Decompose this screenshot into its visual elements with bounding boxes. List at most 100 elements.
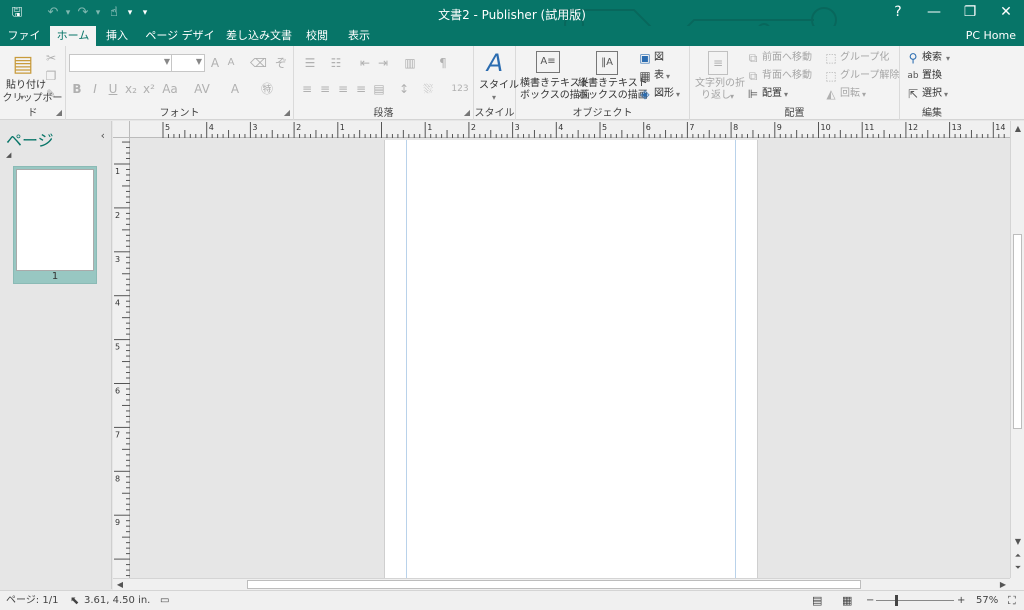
scroll-down-icon[interactable]: ▼ — [1012, 536, 1024, 548]
tab-mailings[interactable]: 差し込み文書 — [226, 26, 292, 46]
bring-forward-icon[interactable]: ⧉ — [746, 51, 760, 65]
shapes-dropdown-icon[interactable]: ▾ — [676, 89, 680, 101]
vertical-ruler[interactable]: 1 2 3 4 5 6 7 8 9 — [113, 138, 130, 578]
align-left-icon[interactable]: ≡ — [300, 82, 314, 96]
fit-page-icon[interactable]: ⛶ — [1008, 594, 1016, 608]
ruler-corner[interactable] — [113, 121, 130, 138]
paste-icon[interactable]: ▤ — [10, 52, 36, 78]
ungroup-icon[interactable]: ⬚ — [824, 69, 838, 83]
find-button[interactable]: 検索 — [922, 52, 942, 64]
horizontal-scrollbar[interactable]: ◀ ▶ — [113, 578, 1010, 590]
show-formatting-icon[interactable]: ¶ — [436, 56, 450, 70]
bold-icon[interactable]: B — [70, 82, 84, 96]
ungroup-button[interactable]: グループ解除 — [840, 70, 899, 82]
italic-icon[interactable]: I — [88, 82, 102, 96]
picture-icon[interactable]: ▣ — [638, 51, 652, 65]
increase-indent-icon[interactable]: ⇥ — [376, 56, 390, 70]
replace-button[interactable]: 置換 — [922, 70, 942, 82]
superscript-icon[interactable]: x² — [142, 82, 156, 96]
tab-review[interactable]: 校閲 — [302, 26, 332, 46]
vertical-textbox-icon[interactable]: ‖A — [596, 51, 618, 75]
page-indicator[interactable]: ページ: 1/1 — [6, 594, 58, 608]
shapes-button[interactable]: 図形 — [654, 88, 674, 100]
group-icon[interactable]: ⬚ — [824, 51, 838, 65]
vertical-scroll-thumb[interactable] — [1013, 234, 1022, 429]
styles-icon[interactable]: A — [482, 50, 508, 76]
shrink-font-icon[interactable]: A — [224, 56, 238, 70]
replace-icon[interactable]: ab — [906, 69, 920, 83]
copy-icon[interactable]: ❐ — [44, 69, 58, 83]
zoom-out-button[interactable]: − — [866, 594, 874, 608]
send-backward-icon[interactable]: ⧉ — [746, 69, 760, 83]
group-button[interactable]: グループ化 — [840, 52, 889, 64]
styles-dropdown-icon[interactable]: ▾ — [492, 92, 496, 104]
restore-button[interactable]: ❐ — [952, 0, 988, 26]
font-launcher-icon[interactable]: ◢ — [284, 108, 290, 117]
tab-page-design[interactable]: ページ デザイン — [142, 26, 218, 62]
zoom-slider-knob[interactable] — [895, 595, 898, 606]
help-button[interactable]: ? — [880, 0, 916, 26]
vertical-scrollbar[interactable]: ▲ ▼ ⏶ ⏷ — [1010, 121, 1024, 578]
bullets-icon[interactable]: ☰ — [300, 56, 320, 70]
collapse-pane-icon[interactable]: ‹ — [101, 129, 105, 142]
horizontal-textbox-icon[interactable]: A≡ — [536, 51, 560, 73]
underline-icon[interactable]: U — [106, 82, 120, 96]
select-cursor-icon[interactable]: ⇱ — [906, 87, 920, 101]
subscript-icon[interactable]: x₂ — [124, 82, 138, 96]
rotate-dropdown-icon[interactable]: ▾ — [862, 89, 866, 101]
tab-home[interactable]: ホーム — [50, 26, 96, 46]
previous-page-icon[interactable]: ⏶ — [1012, 550, 1024, 562]
section-expand-icon[interactable]: ◢ — [6, 151, 11, 159]
decrease-indent-icon[interactable]: ⇤ — [358, 56, 372, 70]
clipboard-launcher-icon[interactable]: ◢ — [56, 108, 62, 117]
next-page-icon[interactable]: ⏷ — [1012, 562, 1024, 574]
single-page-view-icon[interactable]: ▤ — [812, 594, 822, 608]
bring-forward-button[interactable]: 前面へ移動 — [762, 52, 812, 64]
change-case-icon[interactable]: Aa — [160, 82, 180, 96]
numeral-style-icon[interactable]: 123 — [450, 82, 470, 96]
select-button[interactable]: 選択 — [922, 88, 942, 100]
close-button[interactable]: ✕ — [988, 0, 1024, 26]
shading-icon[interactable]: ⛆ — [418, 82, 438, 96]
grow-font-icon[interactable]: A — [208, 56, 222, 70]
horizontal-scroll-thumb[interactable] — [247, 580, 861, 589]
tab-view[interactable]: 表示 — [344, 26, 374, 46]
select-dropdown-icon[interactable]: ▾ — [944, 89, 948, 101]
table-button[interactable]: 表 — [654, 70, 664, 82]
columns-icon[interactable]: ▥ — [400, 56, 420, 70]
document-canvas[interactable] — [130, 138, 1010, 578]
phonetic-guide-icon[interactable]: ぞ — [274, 56, 288, 70]
zoom-level[interactable]: 57% — [976, 594, 998, 608]
wrap-text-icon[interactable]: ≡ — [708, 51, 728, 75]
find-dropdown-icon[interactable]: ▾ — [946, 53, 950, 65]
account-name[interactable]: PC Home — [966, 26, 1016, 46]
picture-button[interactable]: 図 — [654, 52, 664, 64]
enclose-character-icon[interactable]: ㊕ — [260, 82, 274, 96]
table-icon[interactable]: ▦ — [638, 69, 652, 83]
document-page[interactable] — [384, 140, 758, 578]
align-center-icon[interactable]: ≡ — [318, 82, 332, 96]
page-thumbnail[interactable]: 1 — [13, 166, 97, 284]
align-objects-dropdown-icon[interactable]: ▾ — [784, 89, 788, 101]
two-page-view-icon[interactable]: ▦ — [842, 594, 852, 608]
justify-icon[interactable]: ≡ — [354, 82, 368, 96]
wrap-text-line1[interactable]: 文字列の折 — [695, 78, 745, 90]
character-spacing-icon[interactable]: AV — [192, 82, 212, 96]
paragraph-launcher-icon[interactable]: ◢ — [464, 108, 470, 117]
font-size-combo[interactable]: ▼ — [171, 54, 205, 72]
wrap-text-dropdown-icon[interactable]: ▾ — [730, 91, 734, 103]
font-color-icon[interactable]: A — [228, 82, 242, 96]
distribute-icon[interactable]: ▤ — [372, 82, 386, 96]
search-icon[interactable]: ⚲ — [906, 51, 920, 65]
zoom-slider-track[interactable] — [876, 600, 954, 601]
rotate-button[interactable]: 回転 — [840, 88, 860, 100]
minimize-button[interactable]: — — [916, 0, 952, 26]
align-objects-icon[interactable]: ⊫ — [746, 87, 760, 101]
rotate-icon[interactable]: ◭ — [824, 87, 838, 101]
styles-button[interactable]: スタイル — [479, 80, 519, 92]
numbering-icon[interactable]: ☷ — [326, 56, 346, 70]
font-name-combo[interactable]: ▼ — [69, 54, 173, 72]
tab-file[interactable]: ファイル — [4, 26, 44, 62]
align-objects-button[interactable]: 配置 — [762, 88, 782, 100]
tab-insert[interactable]: 挿入 — [102, 26, 132, 46]
